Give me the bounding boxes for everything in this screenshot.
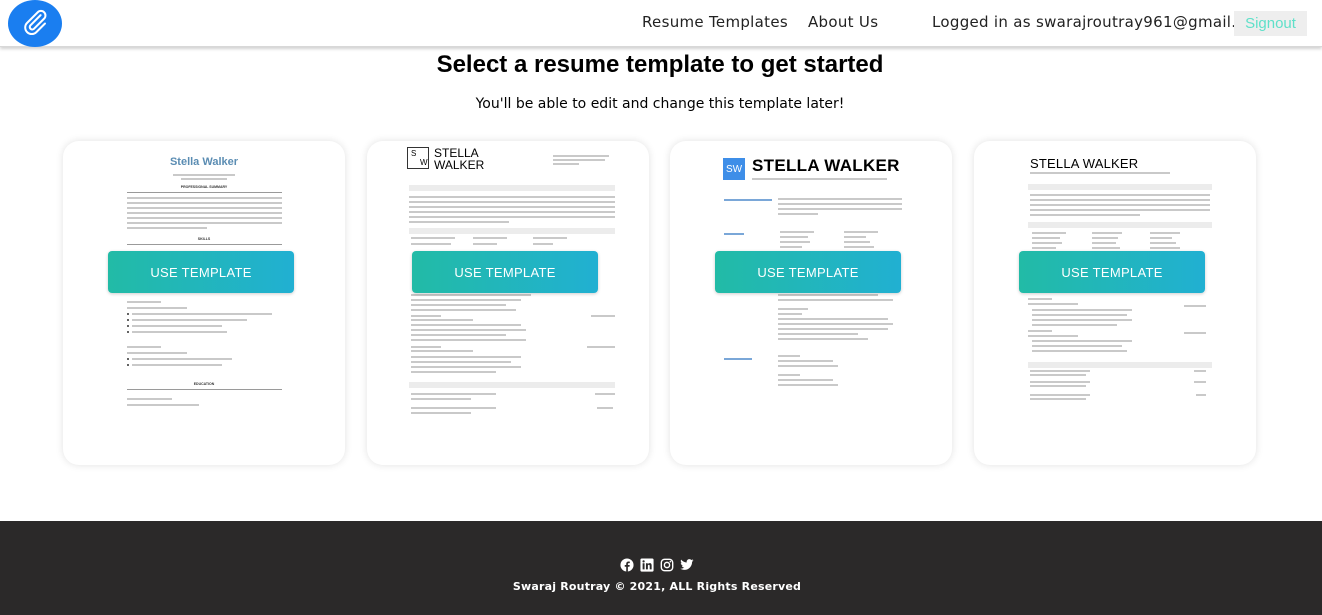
template-2-name-line2: WALKER: [434, 158, 485, 172]
template-1-name: Stella Walker: [169, 156, 239, 168]
template-1-section-skills: SKILLS: [197, 237, 211, 241]
template-card-4[interactable]: STELLA WALKER USE TEMPLATE: [974, 141, 1256, 465]
use-template-button-3[interactable]: USE TEMPLATE: [715, 251, 901, 293]
use-template-button-4[interactable]: USE TEMPLATE: [1019, 251, 1205, 293]
template-3-monogram: SW: [723, 158, 745, 180]
template-3-name: STELLA WALKER: [752, 156, 900, 175]
signout-button[interactable]: Signout: [1234, 11, 1307, 36]
template-2-monogram: S W: [407, 147, 429, 169]
use-template-button-1[interactable]: USE TEMPLATE: [108, 251, 294, 293]
template-4-name: STELLA WALKER: [1030, 156, 1139, 171]
nav-about-us[interactable]: About Us: [808, 13, 878, 31]
linkedin-icon[interactable]: [640, 558, 654, 572]
facebook-icon[interactable]: [620, 558, 634, 572]
instagram-icon[interactable]: [660, 558, 674, 572]
page-subtitle: You'll be able to edit and change this t…: [475, 96, 845, 112]
copyright-text: Swaraj Routray © 2021, ALL Rights Reserv…: [512, 580, 802, 593]
template-card-1[interactable]: Stella Walker PROFESSIONAL SUMMARY SKILL…: [63, 141, 345, 465]
logo[interactable]: [8, 0, 62, 47]
template-1-section-summary: PROFESSIONAL SUMMARY: [180, 185, 228, 189]
logged-in-user: Logged in as swarajroutray961@gmail.com: [932, 13, 1270, 31]
template-1-section-education: EDUCATION: [193, 382, 215, 386]
paperclip-icon: [20, 7, 50, 41]
use-template-button-2[interactable]: USE TEMPLATE: [412, 251, 598, 293]
footer: Swaraj Routray © 2021, ALL Rights Reserv…: [0, 521, 1322, 615]
template-card-3[interactable]: SW STELLA WALKER USE TEMPLATE: [670, 141, 952, 465]
social-links: [620, 558, 694, 572]
twitter-icon[interactable]: [680, 558, 694, 572]
nav-resume-templates[interactable]: Resume Templates: [642, 13, 788, 31]
template-card-2[interactable]: S W STELLA WALKER USE TEMPLATE: [367, 141, 649, 465]
page-title: Select a resume template to get started: [436, 51, 884, 78]
navbar: Resume Templates About Us Logged in as s…: [0, 0, 1322, 47]
